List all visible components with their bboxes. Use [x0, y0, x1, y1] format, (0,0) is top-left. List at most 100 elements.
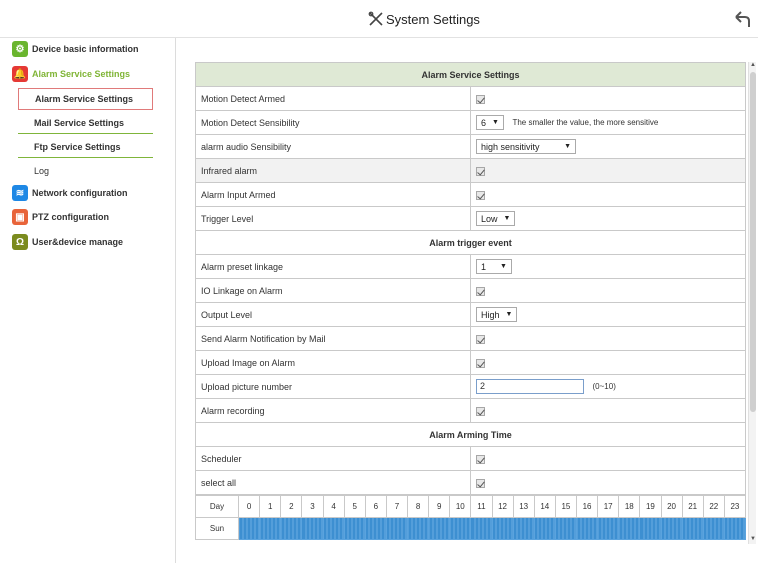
hour-label: 12 [491, 495, 514, 518]
hour-label: 20 [660, 495, 683, 518]
sidebar-item-label: PTZ configuration [32, 212, 109, 222]
output-level-select[interactable]: High ▼ [476, 307, 518, 322]
schedule-cell[interactable] [618, 517, 641, 540]
sidebar-item-user-device[interactable]: Ω User&device manage [12, 231, 154, 253]
schedule-cell[interactable] [280, 517, 303, 540]
scroll-down-icon[interactable]: ▼ [749, 536, 757, 544]
motion-armed-checkbox[interactable] [476, 94, 485, 104]
table-row: Alarm Input Armed [195, 182, 746, 207]
schedule-cell[interactable] [470, 517, 493, 540]
upload-number-input[interactable]: 2 [476, 379, 584, 394]
hour-label: 1 [259, 495, 282, 518]
select-all-checkbox[interactable] [476, 478, 485, 488]
table-row: Infrared alarm [195, 158, 746, 183]
sub-item-label: Ftp Service Settings [34, 141, 121, 152]
send-mail-checkbox[interactable] [476, 334, 485, 344]
hour-label: 5 [343, 495, 366, 518]
motion-sensibility-select[interactable]: 6 ▼ [476, 115, 504, 130]
row-label: select all [195, 470, 471, 495]
schedule-cell[interactable] [364, 517, 387, 540]
sub-item-ftp-service[interactable]: Ftp Service Settings [18, 136, 153, 158]
sidebar-nav: ⚙ Device basic information 🔔 Alarm Servi… [0, 38, 176, 563]
row-label: Scheduler [195, 446, 471, 471]
table-row: Upload Image on Alarm [195, 350, 746, 375]
schedule-cell[interactable] [681, 517, 704, 540]
preset-linkage-select[interactable]: 1 ▼ [476, 259, 512, 274]
hour-label: 0 [237, 495, 261, 518]
table-row: alarm audio Sensibility high sensitivity… [195, 134, 746, 159]
chevron-down-icon: ▼ [500, 263, 507, 270]
schedule-cell[interactable] [660, 517, 683, 540]
chevron-down-icon: ▼ [564, 143, 571, 150]
schedule-cell[interactable] [597, 517, 620, 540]
sidebar-item-device-info[interactable]: ⚙ Device basic information [12, 38, 154, 60]
bell-icon: 🔔 [12, 66, 28, 82]
schedule-cell[interactable] [512, 517, 535, 540]
row-label: Infrared alarm [195, 158, 471, 183]
io-linkage-checkbox[interactable] [476, 286, 485, 296]
hour-label: 6 [364, 495, 387, 518]
schedule-cell[interactable] [639, 517, 662, 540]
schedule-cell[interactable] [406, 517, 430, 540]
hour-label: 21 [681, 495, 704, 518]
day-label: Sun [195, 517, 239, 540]
sub-item-log[interactable]: Log [18, 160, 153, 182]
schedule-cell[interactable] [385, 517, 409, 540]
alarm-recording-checkbox[interactable] [476, 406, 485, 416]
sub-item-alarm-service[interactable]: Alarm Service Settings [18, 88, 153, 110]
schedule-cell[interactable] [723, 517, 746, 540]
schedule-row: Sun [195, 517, 746, 540]
sidebar-item-network[interactable]: ≋ Network configuration [12, 182, 154, 204]
sidebar-item-label: User&device manage [32, 237, 124, 247]
schedule-grid: Day 0 1 2 3 4 5 6 7 8 9 10 11 12 13 14 15 16 17 18 19 20 21 22… [195, 495, 746, 540]
hour-label: 23 [723, 495, 746, 518]
input-armed-checkbox[interactable] [476, 190, 485, 200]
chevron-down-icon: ▼ [492, 119, 499, 126]
section-title: Alarm trigger event [195, 230, 746, 255]
table-row: select all [195, 470, 746, 495]
hour-label: 22 [702, 495, 725, 518]
audio-sensibility-select[interactable]: high sensitivity ▼ [476, 139, 576, 154]
table-row: Upload picture number 2 (0~10) [195, 374, 746, 399]
select-value: Low [481, 213, 498, 224]
scroll-up-icon[interactable]: ▲ [749, 62, 757, 70]
sensibility-hint: The smaller the value, the more sensitiv… [512, 117, 659, 127]
hour-label: 9 [428, 495, 451, 518]
schedule-cell[interactable] [575, 517, 599, 540]
schedule-cell[interactable] [237, 517, 261, 540]
schedule-cell[interactable] [428, 517, 451, 540]
row-label: alarm audio Sensibility [195, 134, 471, 159]
schedule-cell[interactable] [533, 517, 556, 540]
trigger-level-select[interactable]: Low ▼ [476, 211, 516, 226]
hour-label: 17 [597, 495, 620, 518]
schedule-cell[interactable] [491, 517, 514, 540]
table-row: Send Alarm Notification by Mail [195, 326, 746, 351]
schedule-cell[interactable] [554, 517, 578, 540]
schedule-cell[interactable] [322, 517, 345, 540]
sub-item-mail-service[interactable]: Mail Service Settings [18, 112, 153, 134]
upload-image-checkbox[interactable] [476, 358, 485, 368]
select-value: 6 [481, 117, 487, 128]
scrollbar[interactable]: ▲ ▼ [748, 62, 756, 544]
chevron-down-icon: ▼ [503, 215, 511, 222]
sidebar-item-alarm[interactable]: 🔔 Alarm Service Settings [12, 63, 154, 85]
infrared-alarm-checkbox[interactable] [476, 166, 485, 176]
hour-label: 10 [449, 495, 472, 518]
sidebar-item-ptz[interactable]: ▣ PTZ configuration [12, 206, 154, 228]
schedule-cell[interactable] [449, 517, 472, 540]
scheduler-checkbox[interactable] [476, 454, 485, 464]
hour-label: 3 [301, 495, 324, 518]
hour-header-row: Day 0 1 2 3 4 5 6 7 8 9 10 11 12 13 14 15 16 17 18 19 20 21 22… [195, 495, 746, 518]
hour-label: 13 [512, 495, 535, 518]
schedule-cell[interactable] [301, 517, 324, 540]
select-value: High [481, 309, 500, 320]
schedule-cell[interactable] [259, 517, 282, 540]
scrollbar-thumb[interactable] [750, 72, 756, 412]
schedule-cell[interactable] [702, 517, 725, 540]
user-icon: Ω [12, 234, 28, 250]
row-label: Motion Detect Armed [195, 86, 471, 111]
hour-label: 7 [385, 495, 409, 518]
back-button[interactable] [732, 9, 752, 29]
table-row: Alarm recording [195, 398, 746, 423]
schedule-cell[interactable] [343, 517, 366, 540]
